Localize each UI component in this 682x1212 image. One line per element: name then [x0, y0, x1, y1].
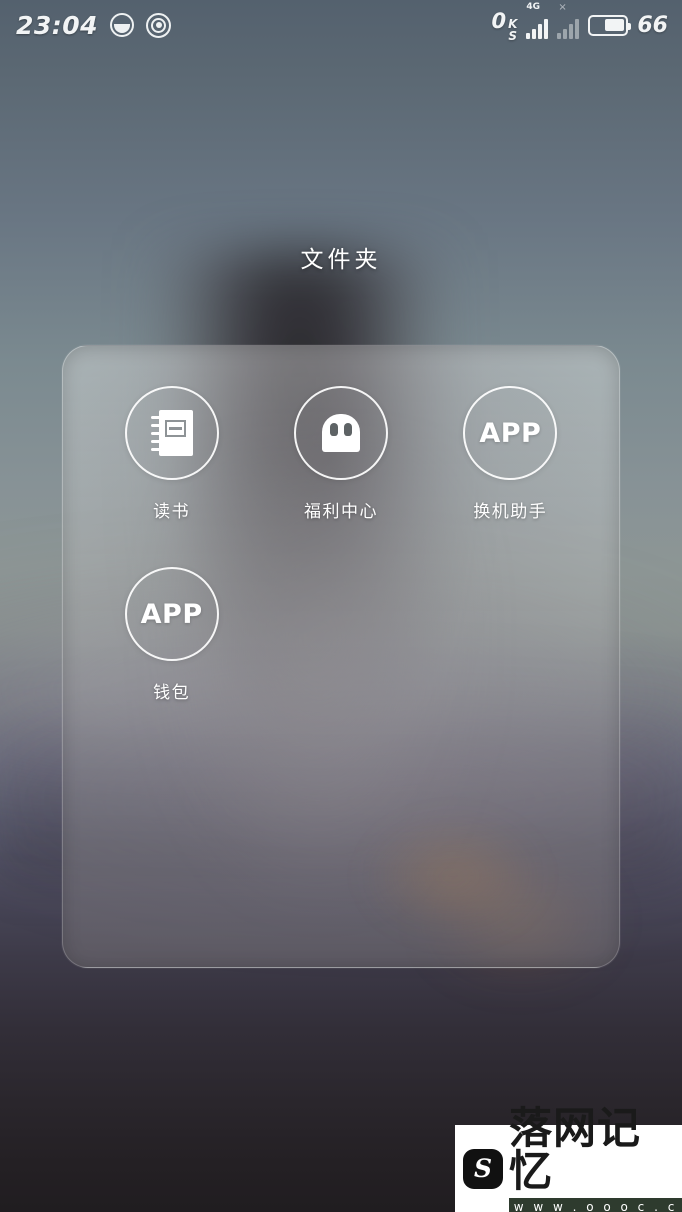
phone-screen: 23:04 0 K S 4G × 66 文件夹 读书 福利中心 APP 换机助手…: [0, 0, 682, 1212]
app-icon-circle[interactable]: [293, 386, 388, 480]
folder-panel: 读书 福利中心 APP 换机助手 APP 钱包: [62, 345, 620, 968]
network-speed-unit-denominator: S: [508, 28, 518, 43]
sim2-signal-bars: [557, 17, 580, 39]
folder-app-grid: 读书 福利中心 APP 换机助手 APP 钱包: [63, 346, 619, 967]
watermark: S 落网记忆 w w w . o o o c . c n: [455, 1107, 682, 1212]
watermark-title: 落网记忆: [509, 1103, 641, 1197]
folder-title[interactable]: 文件夹: [0, 240, 682, 274]
app-item-phone-transfer[interactable]: APP 换机助手: [426, 386, 595, 567]
sim1-signal-bars: [526, 17, 549, 39]
status-bar: 23:04 0 K S 4G × 66: [0, 0, 682, 50]
sim2-no-service-label: ×: [558, 2, 567, 13]
app-label-phone-transfer: 换机助手: [473, 502, 548, 522]
battery-fill: [604, 19, 624, 31]
status-bar-left: 23:04: [16, 10, 172, 40]
status-bar-right: 0 K S 4G × 66: [491, 2, 668, 42]
app-label-wallet: 钱包: [153, 683, 191, 703]
app-text-icon: APP: [140, 598, 203, 630]
watermark-badge-icon: S: [463, 1148, 503, 1189]
app-label-benefits-center: 福利中心: [303, 502, 378, 522]
app-text-icon: APP: [479, 417, 542, 449]
app-item-reading[interactable]: 读书: [87, 386, 256, 567]
app-item-benefits-center[interactable]: 福利中心: [256, 386, 425, 567]
sim1-network-type-label: 4G: [526, 2, 541, 12]
app-icon-circle[interactable]: APP: [124, 567, 219, 661]
watermark-text-group: 落网记忆 w w w . o o o c . c n: [509, 1103, 682, 1212]
app-icon-circle[interactable]: [124, 386, 219, 480]
ghost-icon: [321, 414, 360, 452]
network-speed-unit-numerator: K: [508, 16, 518, 31]
app-label-reading: 读书: [153, 502, 191, 522]
sim1-signal: 4G: [526, 2, 549, 39]
battery-icon: [588, 14, 632, 36]
app-item-wallet[interactable]: APP 钱包: [87, 567, 256, 748]
status-clock: 23:04: [16, 10, 99, 40]
network-speed-unit: K S: [508, 18, 517, 42]
network-speed-value: 0: [491, 8, 507, 33]
watermark-url: w w w . o o o c . c n: [509, 1197, 682, 1212]
app-icon-circle[interactable]: APP: [463, 386, 558, 480]
network-speed: 0 K S: [491, 9, 517, 42]
sim2-signal: ×: [557, 2, 580, 39]
notebook-icon: [150, 410, 193, 456]
cast-icon: [146, 12, 172, 38]
battery-percent-label: 66: [637, 12, 668, 38]
eye-circle-icon: [110, 13, 135, 37]
